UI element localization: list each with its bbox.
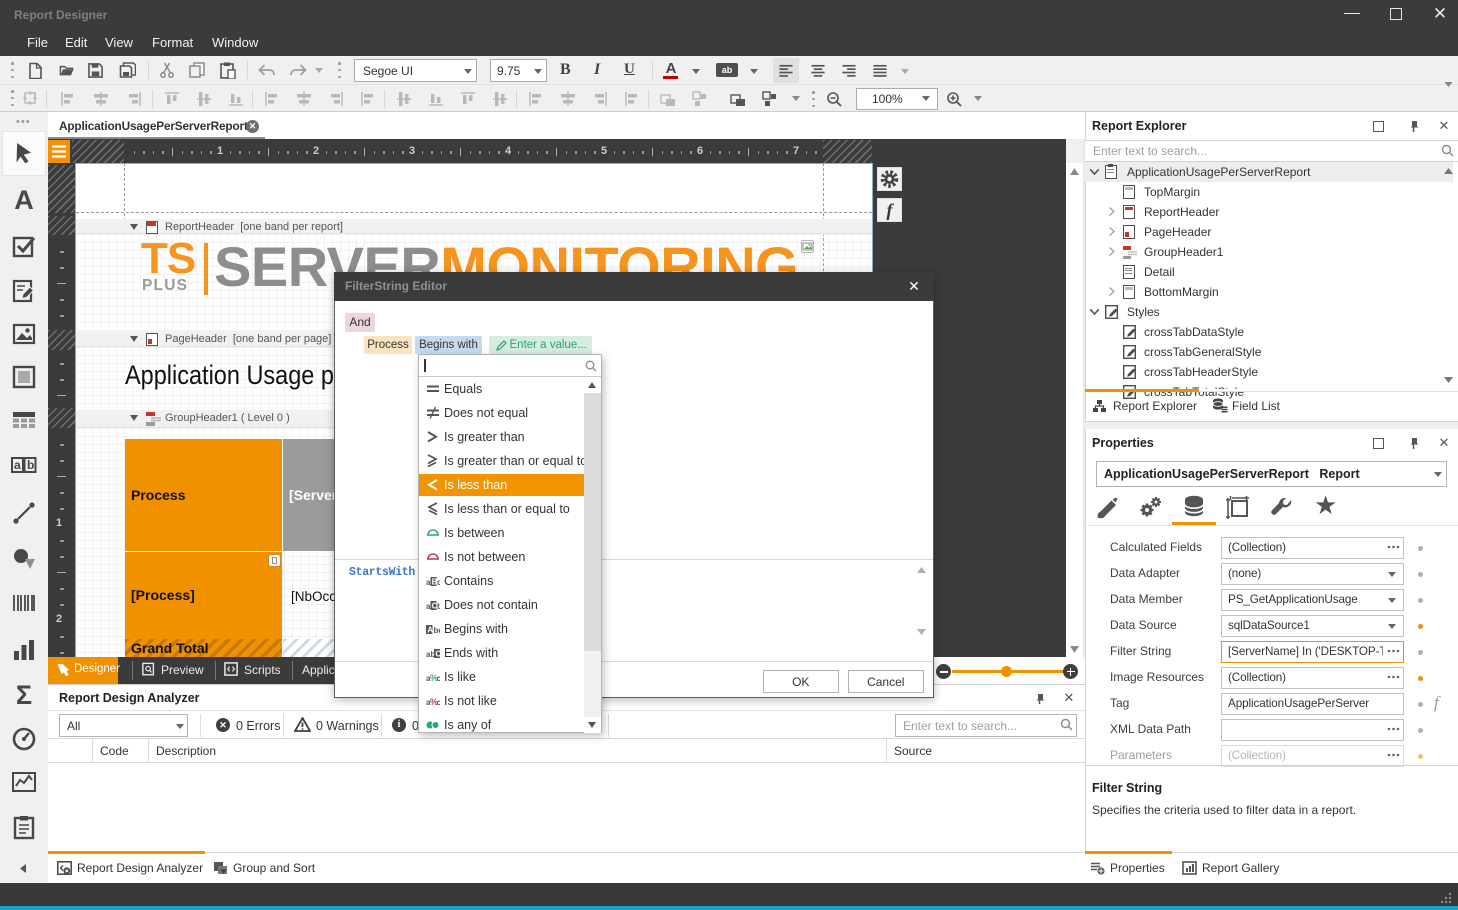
svg-text:bc: bc — [434, 626, 441, 635]
svg-text:c: c — [437, 578, 440, 587]
svg-text:b: b — [437, 602, 440, 611]
svg-text:A: A — [427, 626, 433, 635]
svg-text:a: a — [426, 578, 431, 587]
svg-text:a: a — [14, 458, 21, 472]
svg-text:a: a — [426, 602, 431, 611]
svg-text:c: c — [437, 698, 441, 707]
svg-text:C: C — [435, 650, 440, 659]
svg-text:c: c — [437, 674, 441, 683]
svg-text:b: b — [27, 458, 34, 472]
